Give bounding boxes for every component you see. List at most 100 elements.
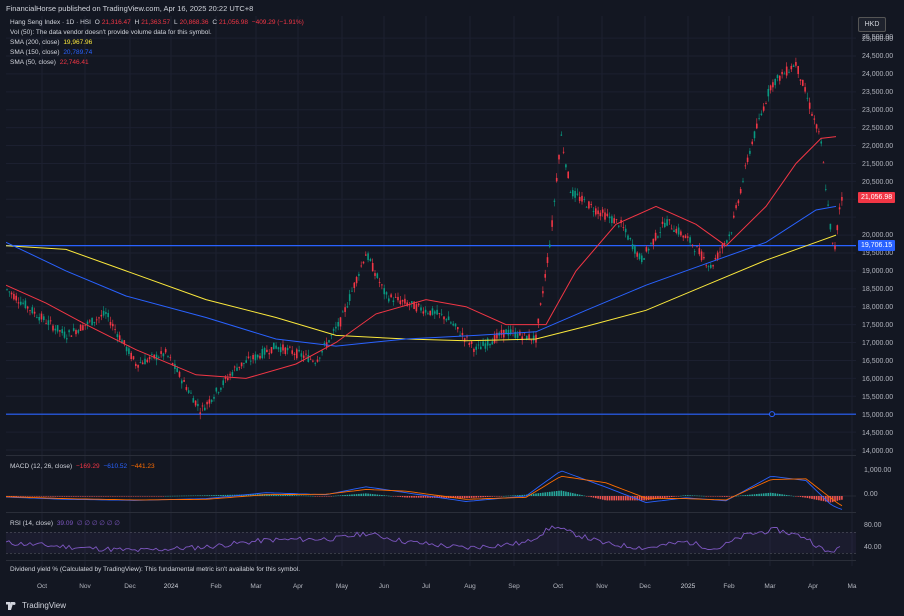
macd-histogram-bar xyxy=(806,496,809,499)
tradingview-brand[interactable]: TradingView xyxy=(6,601,66,610)
pane-separator-rsi[interactable] xyxy=(6,512,856,513)
macd-histogram-bar xyxy=(367,493,369,496)
candle-body xyxy=(693,251,696,253)
candle-body xyxy=(746,157,749,163)
grid xyxy=(6,16,856,566)
rsi-label: RSI (14, close) xyxy=(10,520,53,527)
candle-body xyxy=(332,329,335,331)
candle-body xyxy=(102,310,105,316)
macd-histogram-bar xyxy=(22,496,24,497)
macd-histogram-bar xyxy=(52,496,54,497)
rsi-legend[interactable]: RSI (14, close) 39.09 ∅ ∅ ∅ ∅ ∅ ∅ xyxy=(10,520,122,528)
macd-histogram-bar xyxy=(291,495,293,496)
macd-histogram-bar xyxy=(84,496,86,497)
candle-body xyxy=(749,150,751,154)
macd-histogram-bar xyxy=(689,495,691,496)
sma50-legend[interactable]: SMA (50, close) 22,746.41 xyxy=(10,59,91,67)
brand-name: TradingView xyxy=(22,601,67,610)
candle-body xyxy=(392,300,395,302)
candle-body xyxy=(61,329,63,334)
candle-body xyxy=(565,164,567,168)
pane-separator-dividend[interactable] xyxy=(6,560,856,561)
macd-histogram-bar xyxy=(477,496,480,498)
candle-body xyxy=(259,355,261,359)
macd-legend[interactable]: MACD (12, 26, close) −169.29 −610.52 −44… xyxy=(10,463,157,471)
macd-histogram-bar xyxy=(355,494,358,496)
currency-badge[interactable]: HKD xyxy=(858,17,886,32)
candle-body xyxy=(95,319,98,321)
macd-histogram-bar xyxy=(153,496,155,497)
candle-body xyxy=(201,405,204,407)
hline-price-tag[interactable]: 19,706.15 xyxy=(858,240,896,251)
candle-body xyxy=(316,359,319,362)
macd-histogram-bar xyxy=(171,495,174,497)
macd-histogram-bar xyxy=(721,496,724,497)
candle-body xyxy=(647,248,650,251)
candle-body xyxy=(781,71,783,75)
vol-text: Vol (50): The data vendor doesn't provid… xyxy=(10,29,212,36)
close-value: 21,056.98 xyxy=(219,19,248,26)
sma200-legend[interactable]: SMA (200, close) 19,967.96 xyxy=(10,39,94,47)
macd-histogram-bar xyxy=(779,493,781,496)
macd-histogram-bar xyxy=(551,491,553,496)
macd-histogram-bar xyxy=(680,495,682,497)
candle-body xyxy=(176,368,178,373)
pane-separator-macd[interactable] xyxy=(6,455,856,456)
candle-body xyxy=(15,295,17,301)
candle-body xyxy=(429,310,431,316)
macd-histogram-bar xyxy=(160,496,162,497)
candle-body xyxy=(358,274,360,276)
macd-histogram-bar xyxy=(77,496,80,497)
price-axis-label: 14,500.00 xyxy=(862,430,894,437)
candle-body xyxy=(744,165,747,167)
macd-line-value: −610.52 xyxy=(103,463,128,470)
macd-histogram-bar xyxy=(592,496,595,498)
sma150-label: SMA (150, close) xyxy=(10,49,60,56)
candle-body xyxy=(555,177,558,182)
symbol-legend[interactable]: Hang Seng Index · 1D · HSI O 21,316.47 H2… xyxy=(10,19,306,27)
price-axis-label: 15,000.00 xyxy=(862,412,894,419)
candle-body xyxy=(530,339,533,341)
candle-body xyxy=(238,366,241,368)
macd-histogram-bar xyxy=(89,496,91,497)
macd-histogram-bar xyxy=(820,496,822,501)
candle-body xyxy=(236,367,238,371)
price-axis[interactable]: 25,500.00 25,000.00 24,500.00 24,000.00 23,5… xyxy=(856,16,904,566)
macd-histogram-bar xyxy=(321,496,323,497)
macd-histogram-bar xyxy=(95,496,98,497)
candle-body xyxy=(339,317,342,327)
time-axis[interactable]: Oct Nov Dec 2024 Feb Mar Apr May Jun Jul Aug Sep Oct… xyxy=(0,583,904,593)
macd-histogram-bar xyxy=(319,496,321,497)
candle-body xyxy=(769,85,772,91)
macd-histogram-bar xyxy=(151,496,153,497)
candle-body xyxy=(618,225,620,227)
macd-histogram-bar xyxy=(459,496,461,499)
sma150-legend[interactable]: SMA (150, close) 20,789.74 xyxy=(10,49,94,57)
macd-histogram-bar xyxy=(296,495,298,496)
price-chart[interactable] xyxy=(6,16,856,566)
line-anchor-handle xyxy=(769,411,775,418)
macd-histogram-bar xyxy=(162,496,165,497)
macd-histogram-bar xyxy=(549,491,551,496)
candle-body xyxy=(49,320,52,322)
tradingview-logo-icon xyxy=(6,601,16,610)
candle-body xyxy=(233,366,236,368)
macd-histogram-bar xyxy=(24,496,27,497)
candle-body xyxy=(578,196,581,201)
macd-histogram-bar xyxy=(480,496,482,498)
macd-histogram-bar xyxy=(700,495,703,497)
candle-body xyxy=(806,97,809,99)
macd-histogram-bar xyxy=(553,491,556,496)
macd-histogram-bar xyxy=(767,492,770,496)
macd-histogram-bar xyxy=(43,496,45,497)
candle-body xyxy=(256,354,259,358)
candle-body xyxy=(601,209,604,213)
macd-histogram-bar xyxy=(703,495,705,497)
macd-histogram-bar xyxy=(29,496,31,497)
candle-body xyxy=(581,195,583,202)
macd-histogram-bar xyxy=(466,496,468,499)
candle-body xyxy=(187,390,190,393)
candle-body xyxy=(337,321,339,327)
candles xyxy=(6,57,843,420)
candle-body xyxy=(689,237,691,243)
